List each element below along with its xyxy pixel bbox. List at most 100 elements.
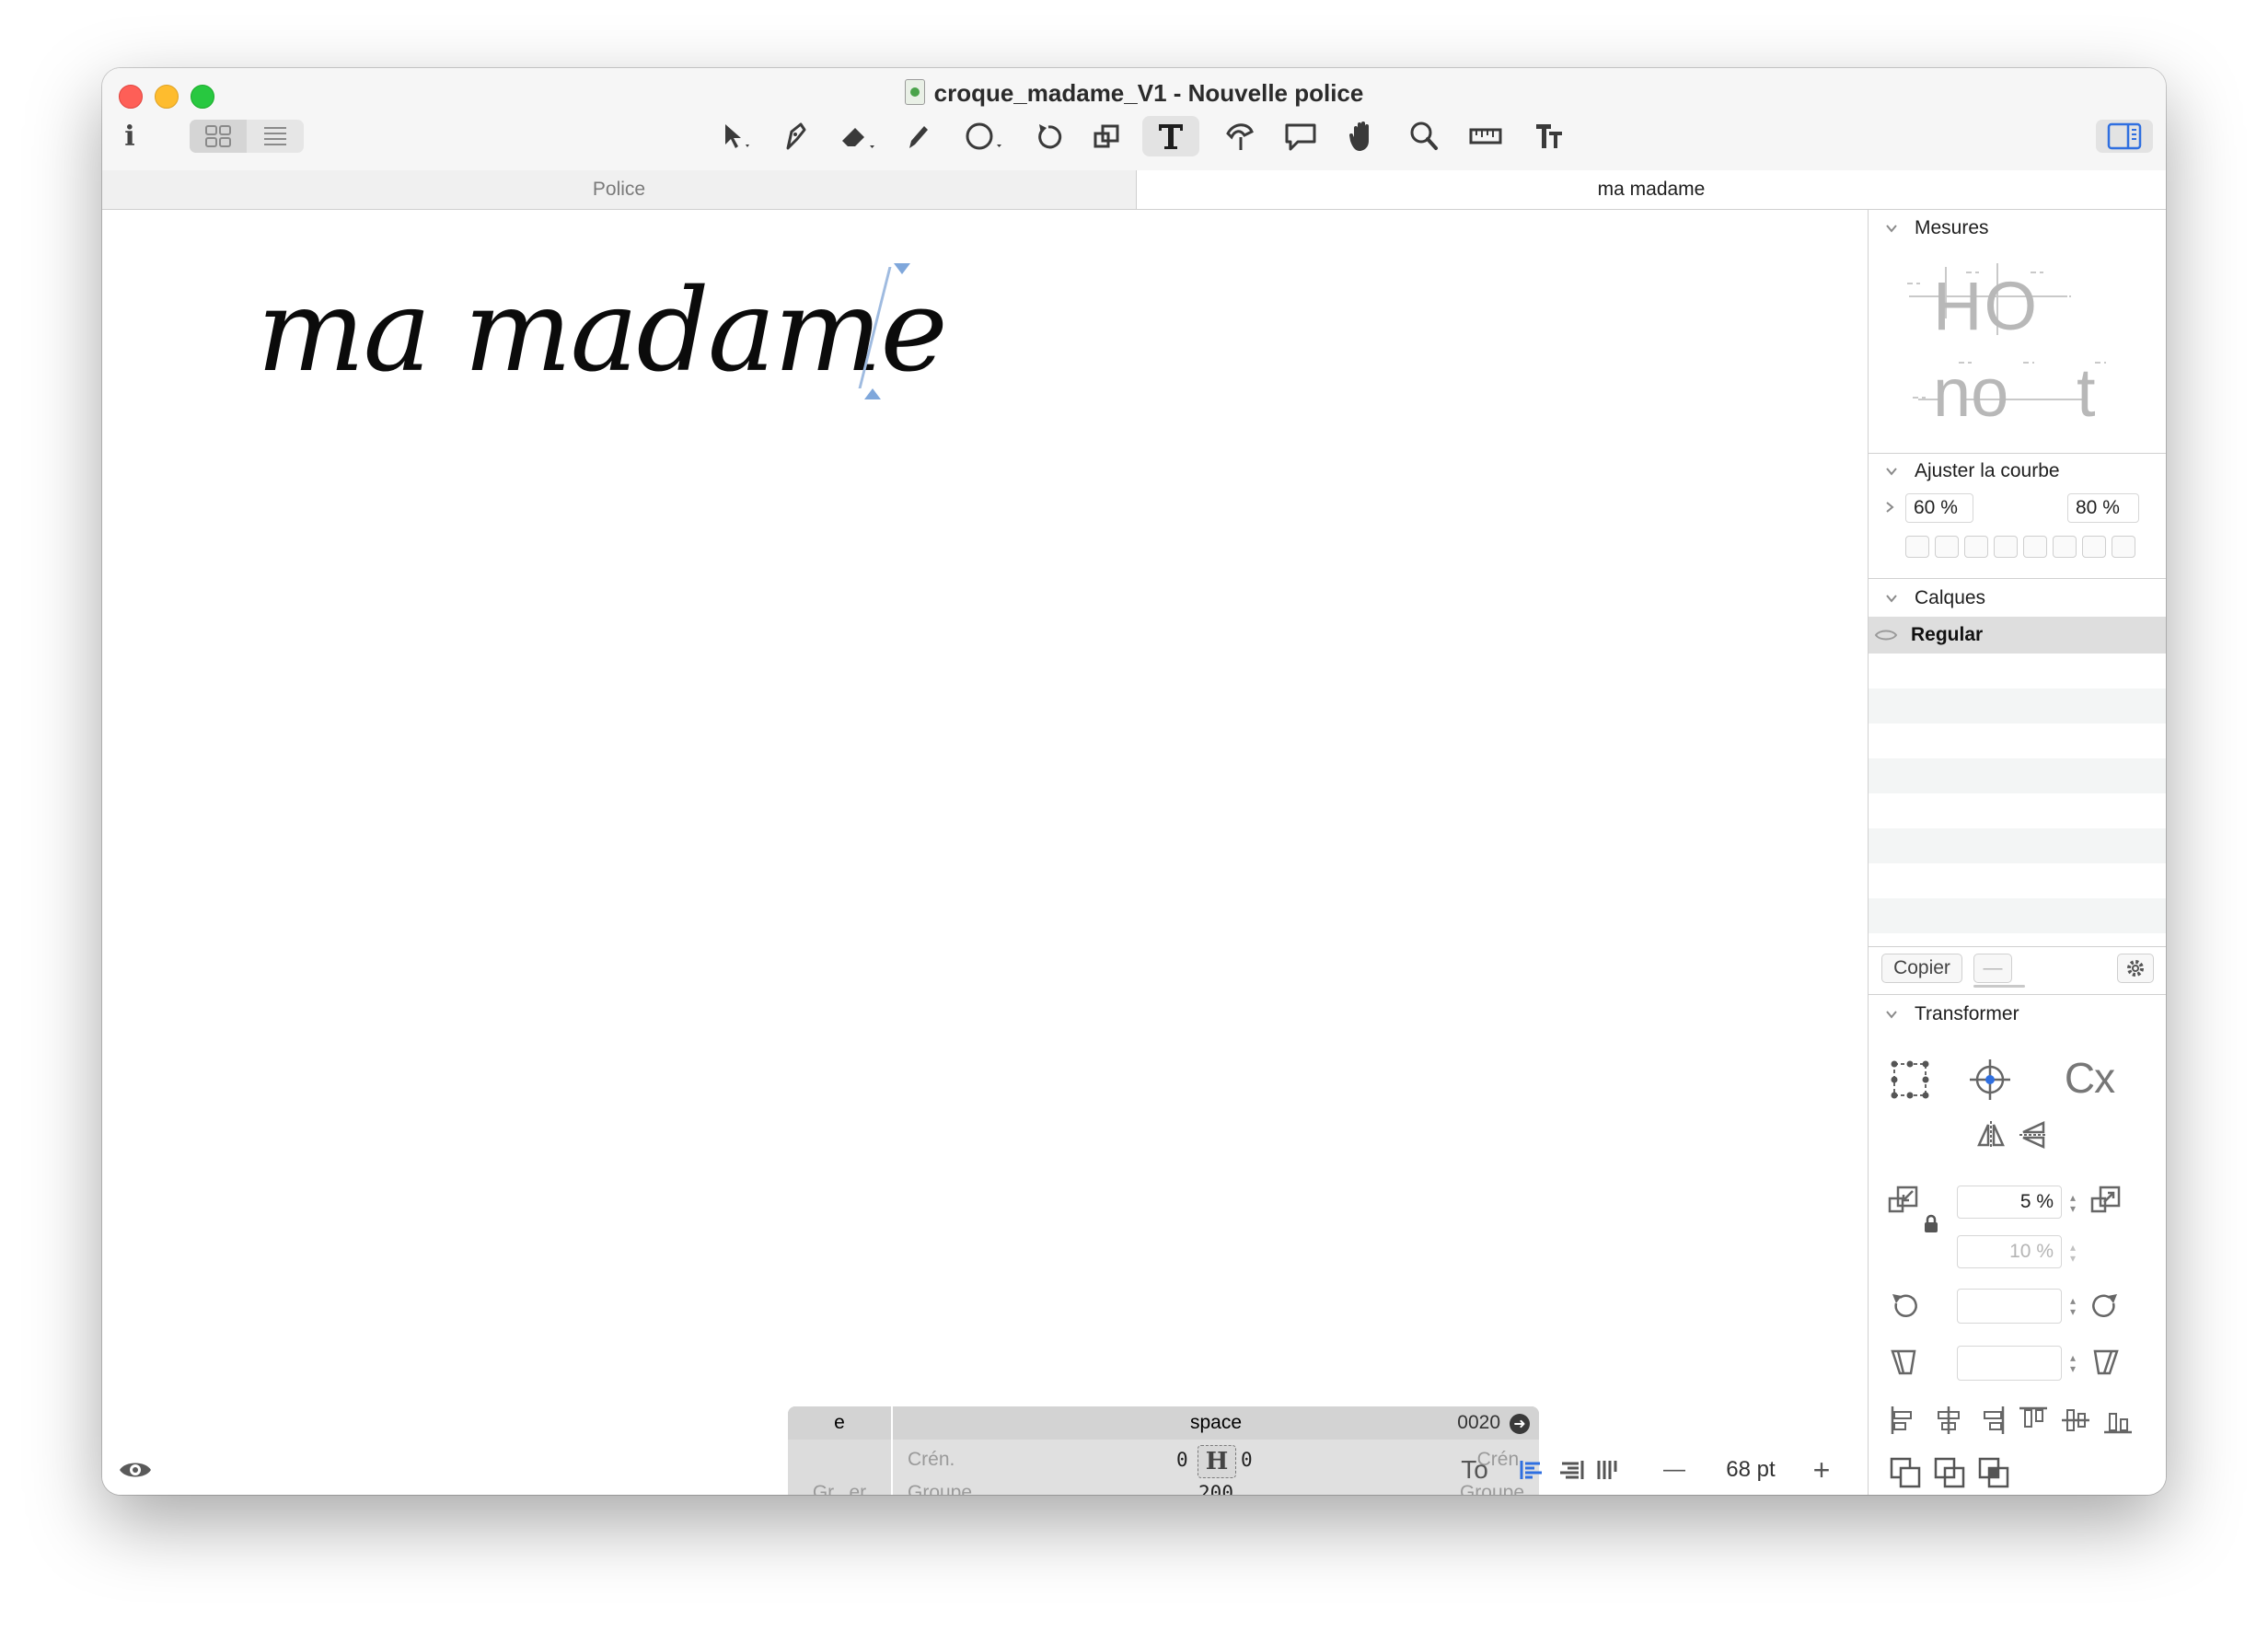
intersect-icon[interactable] [1977,1456,2010,1489]
layer-row-regular[interactable]: Regular [1869,617,2166,654]
union-icon[interactable] [1889,1456,1922,1489]
scale-tool-button[interactable] [1089,116,1126,156]
cursor-bottom-marker [864,388,881,399]
flip-vertical-icon[interactable] [2018,1119,2049,1151]
rotation-field[interactable] [1957,1289,2062,1324]
metrics-section-header[interactable]: Mesures [1869,212,2166,245]
font-size-value[interactable]: 68 pt [1709,1445,1792,1495]
bounding-box-icon[interactable] [1889,1058,1931,1101]
align-right-button[interactable] [1555,1445,1588,1495]
slant-left-icon[interactable] [1889,1346,1920,1377]
curve-segment-button[interactable] [1905,536,1929,558]
pencil-tool-icon [909,126,928,148]
align-left-button[interactable] [1516,1445,1549,1495]
knife-tool-icon [1226,123,1254,150]
glyph-unicode[interactable]: 0020 [1457,1412,1500,1434]
info-button[interactable]: i [115,116,145,156]
glyph-name[interactable]: space [893,1412,1539,1434]
align-right-edges-icon[interactable] [1975,1405,2007,1436]
curve-segment-button[interactable] [1994,536,2018,558]
ellipse-tool-button[interactable] [962,116,1010,156]
eraser-tool-icon [842,128,874,148]
tab-police[interactable]: Police [102,170,1137,209]
canvas-text[interactable]: ma madame [257,265,948,398]
text-tool-button[interactable] [1142,116,1199,156]
annotation-tool-button[interactable] [1280,116,1321,156]
center-x-icon[interactable]: Cx [2034,1053,2145,1103]
zoom-tool-button[interactable] [1406,116,1442,156]
chevron-down-icon [1886,225,1897,233]
sidebar-toggle-icon [2107,122,2142,150]
rotate-right-icon[interactable] [2089,1289,2121,1322]
hand-tool-button[interactable] [1343,116,1383,156]
align-left-icon [1520,1461,1542,1479]
divider [1869,994,2166,995]
text-preview-button[interactable] [1531,116,1568,156]
preview-visibility-button[interactable] [115,1445,156,1495]
align-horizontal-centers-icon[interactable] [1933,1405,1964,1436]
align-left-edges-icon[interactable] [1889,1405,1920,1436]
previous-glyph-name[interactable]: e [788,1412,891,1434]
info-icon: i [124,120,135,153]
tab-ma-madame[interactable]: ma madame [1137,170,2166,209]
scale-down-icon[interactable] [1887,1184,1920,1217]
decrease-size-button[interactable]: — [1656,1445,1693,1495]
measure-tool-button[interactable] [1464,116,1507,156]
metrics-preview[interactable]: HO no t [1905,260,2126,440]
scale-x-stepper[interactable]: ▴ ▾ [2066,1187,2080,1219]
align-vertical-centers-icon[interactable] [2060,1405,2091,1436]
eye-icon [120,1463,151,1477]
align-top-edges-icon[interactable] [2018,1405,2049,1436]
remove-button[interactable]: — [1973,954,2012,983]
flip-horizontal-icon[interactable] [1975,1119,2007,1151]
tab-bar: Police ma madame [102,170,2166,210]
edit-canvas[interactable]: ma madame e Gr...er space 0020 ➜ Crén. C… [102,210,1867,1495]
transform-title: Transformer [1915,1003,2019,1024]
go-to-glyph-icon[interactable]: ➜ [1510,1414,1530,1434]
slant-stepper[interactable]: ▴ ▾ [2066,1348,2080,1379]
curve-segment-button[interactable] [1964,536,1988,558]
grid-view-button[interactable] [190,120,247,153]
settings-button[interactable] [2117,954,2154,983]
scale-up-icon[interactable] [2089,1184,2123,1217]
rotate-left-icon[interactable] [1889,1289,1920,1322]
curve-segment-button[interactable] [2053,536,2077,558]
align-bottom-edges-icon[interactable] [2102,1405,2134,1436]
subtract-icon[interactable] [1933,1456,1966,1489]
pencil-tool-button[interactable] [901,116,934,156]
view-mode-segment [190,120,304,153]
list-view-button[interactable] [247,120,304,153]
rotation-stepper[interactable]: ▴ ▾ [2066,1290,2080,1322]
knife-tool-button[interactable] [1220,116,1260,156]
transform-origin-icon[interactable] [1964,1057,2016,1103]
increase-size-button[interactable]: + [1803,1445,1840,1495]
pen-tool-button[interactable] [778,116,815,156]
layers-section-header[interactable]: Calques [1869,582,2166,615]
eraser-tool-button[interactable] [835,116,881,156]
copy-button[interactable]: Copier [1881,954,1962,983]
scale-x-field[interactable]: 5 % [1957,1186,2062,1219]
curve-segment-button[interactable] [2112,536,2135,558]
metrics-sample-upper: HO [1933,268,2039,344]
rotate-tool-button[interactable] [1030,116,1067,156]
layer-visibility-icon[interactable] [1874,627,1898,643]
scale-y-field[interactable]: 10 % [1957,1235,2062,1268]
curve-segment-button[interactable] [2082,536,2106,558]
slant-right-icon[interactable] [2089,1346,2121,1377]
curve-value-2[interactable]: 80 % [2067,493,2139,523]
align-justify-button[interactable] [1591,1445,1625,1495]
slant-field[interactable] [1957,1346,2062,1381]
sidebar-toggle-button[interactable] [2096,120,2153,153]
scale-y-stepper[interactable]: ▴ ▾ [2066,1237,2080,1268]
lock-icon[interactable] [1922,1213,1940,1233]
preview-text-label[interactable]: To [1452,1445,1498,1495]
curve-value-1[interactable]: 60 % [1905,493,1973,523]
grid-view-icon [205,125,231,147]
curve-section-header[interactable]: Ajuster la courbe [1869,455,2166,488]
app-window: croque_madame_V1 - Nouvelle police i Pol… [102,68,2166,1495]
select-tool-button[interactable] [715,116,758,156]
curve-segment-button[interactable] [2023,536,2047,558]
curve-segment-button[interactable] [1935,536,1959,558]
transform-section-header[interactable]: Transformer [1869,998,2166,1031]
chevron-right-icon[interactable] [1883,501,1896,514]
